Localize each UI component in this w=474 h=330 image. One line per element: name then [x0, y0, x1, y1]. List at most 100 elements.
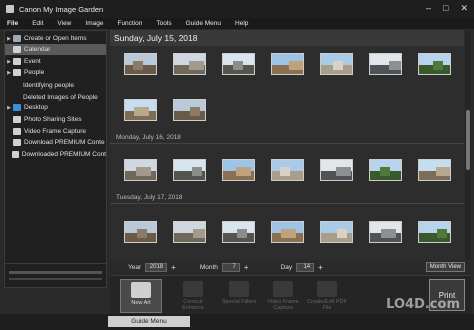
tool-label: Video Frame Capture	[267, 299, 299, 311]
expand-arrow-icon[interactable]: ▶	[5, 59, 13, 65]
maximize-icon[interactable]: □	[443, 3, 448, 14]
close-icon[interactable]: ✕	[460, 3, 468, 14]
date-controls: Year 2018 + Month 7 + Day 14 + Month Vie…	[110, 260, 471, 274]
date-label-monday: Monday, July 16, 2018	[116, 134, 181, 141]
folder-icon	[13, 35, 21, 42]
sidebar-item-label: Deleted Images of People	[23, 94, 98, 101]
photo-thumbnail[interactable]	[418, 53, 451, 75]
folder-icon	[13, 116, 21, 123]
tool-video-frame-capture[interactable]: Video Frame Capture	[262, 279, 304, 313]
photo-thumbnail[interactable]	[369, 221, 402, 243]
photo-thumbnail[interactable]	[369, 53, 402, 75]
menu-help[interactable]: Help	[228, 20, 255, 27]
photo-thumbnail[interactable]	[271, 53, 304, 75]
sidebar-item-identifying-people[interactable]: Identifying people	[5, 80, 106, 91]
photo-thumbnail[interactable]	[124, 159, 157, 181]
sidebar-item-label: Identifying people	[23, 82, 74, 89]
year-input[interactable]: 2018	[145, 262, 168, 272]
menu-bar: File Edit View Image Function Tools Guid…	[0, 18, 474, 29]
month-view-button[interactable]: Month View	[425, 262, 465, 272]
window-controls: – □ ✕	[426, 3, 468, 14]
photo-thumbnail[interactable]	[320, 159, 353, 181]
tool-new-art[interactable]: New Art	[120, 279, 162, 313]
tool-label: Correct/ Enhance	[182, 299, 204, 311]
sidebar-item-people[interactable]: ▶ People	[5, 67, 106, 78]
menu-image[interactable]: Image	[78, 20, 110, 27]
sidebar-footer	[5, 263, 106, 287]
photo-thumbnail[interactable]	[222, 53, 255, 75]
expand-arrow-icon[interactable]: ▶	[5, 105, 13, 111]
photo-thumbnail[interactable]	[222, 159, 255, 181]
sidebar-item-event[interactable]: ▶ Event	[5, 56, 106, 67]
tool-icon	[229, 281, 249, 297]
sidebar-item-label: Video Frame Capture	[24, 128, 87, 135]
tool-special-filters[interactable]: Special Filters	[218, 279, 260, 313]
calendar-view: Sunday, July 15, 2018 Monday, July 16, 2…	[110, 30, 471, 260]
sidebar-item-create-or-open-items[interactable]: ▶ Create or Open Items	[5, 33, 106, 44]
photo-thumbnail[interactable]	[124, 99, 157, 121]
sidebar-scrollbar[interactable]	[9, 271, 102, 274]
photo-thumbnail[interactable]	[418, 221, 451, 243]
tool-label: Special Filters	[221, 299, 257, 305]
menu-guide-menu[interactable]: Guide Menu	[179, 20, 228, 27]
month-plus-button[interactable]: +	[244, 263, 249, 272]
date-separator	[110, 143, 464, 144]
photo-thumbnail[interactable]	[320, 53, 353, 75]
expand-arrow-icon[interactable]: ▶	[5, 70, 13, 76]
sidebar-item-desktop[interactable]: ▶ Desktop	[5, 102, 106, 113]
sidebar-item-label: Create or Open Items	[24, 35, 87, 42]
day-input[interactable]: 14	[296, 262, 315, 272]
photo-thumbnail[interactable]	[320, 221, 353, 243]
photo-thumbnail[interactable]	[418, 159, 451, 181]
app-icon	[6, 5, 14, 13]
tool-label: New Art	[131, 300, 151, 306]
folder-icon	[13, 46, 21, 53]
sidebar-item-calendar[interactable]: Calendar	[5, 44, 106, 55]
sidebar-item-video-frame-capture[interactable]: Video Frame Capture	[5, 126, 106, 137]
tool-create-edit-pdf-file[interactable]: Create/Edit PDF File	[306, 279, 348, 313]
photo-thumbnail[interactable]	[173, 159, 206, 181]
menu-edit[interactable]: Edit	[25, 20, 50, 27]
folder-icon	[13, 58, 21, 65]
sidebar-item-photo-sharing-sites[interactable]: Photo Sharing Sites	[5, 114, 106, 125]
year-label: Year	[128, 263, 142, 271]
menu-tools[interactable]: Tools	[149, 20, 178, 27]
sidebar-item-downloaded-premium-cont[interactable]: Downloaded PREMIUM Cont	[5, 149, 106, 160]
year-plus-button[interactable]: +	[171, 263, 176, 272]
sidebar-item-download-premium-conte[interactable]: Download PREMIUM Conte	[5, 137, 106, 148]
date-label-tuesday: Tuesday, July 17, 2018	[116, 194, 183, 201]
folder-icon	[13, 104, 21, 111]
day-plus-button[interactable]: +	[318, 263, 323, 272]
guide-menu-button[interactable]: Guide Menu	[108, 316, 190, 327]
scroll-thumb[interactable]	[466, 110, 470, 170]
photo-thumbnail[interactable]	[271, 159, 304, 181]
photo-thumbnail[interactable]	[271, 221, 304, 243]
sidebar-item-label: Desktop	[24, 104, 48, 111]
photo-thumbnail[interactable]	[222, 221, 255, 243]
photo-thumbnail[interactable]	[369, 159, 402, 181]
photo-thumbnail[interactable]	[173, 53, 206, 75]
photo-thumbnail[interactable]	[124, 53, 157, 75]
sidebar-item-label: Downloaded PREMIUM Cont	[21, 151, 106, 158]
folder-icon	[13, 69, 21, 76]
title-bar: Canon My Image Garden – □ ✕	[0, 0, 474, 18]
date-header: Sunday, July 15, 2018	[110, 30, 464, 46]
expand-arrow-icon[interactable]: ▶	[5, 36, 13, 42]
tool-correct-enhance[interactable]: Correct/ Enhance	[172, 279, 214, 313]
photo-thumbnail[interactable]	[124, 221, 157, 243]
sidebar-item-label: Event	[24, 58, 41, 65]
sidebar: ▶ Create or Open Items Calendar ▶ Event ▶ Peop…	[4, 30, 107, 288]
menu-file[interactable]: File	[0, 20, 25, 27]
tool-icon	[183, 281, 203, 297]
minimize-icon[interactable]: –	[426, 3, 431, 14]
vertical-scrollbar[interactable]	[465, 30, 471, 260]
sidebar-divider	[9, 278, 102, 280]
photo-thumbnail[interactable]	[173, 99, 206, 121]
month-label: Month	[199, 263, 218, 271]
menu-view[interactable]: View	[50, 20, 78, 27]
month-input[interactable]: 7	[221, 262, 240, 272]
menu-function[interactable]: Function	[110, 20, 149, 27]
photo-thumbnail[interactable]	[173, 221, 206, 243]
tool-label: Create/Edit PDF File	[306, 299, 348, 311]
sidebar-item-label: Download PREMIUM Conte	[24, 139, 105, 146]
